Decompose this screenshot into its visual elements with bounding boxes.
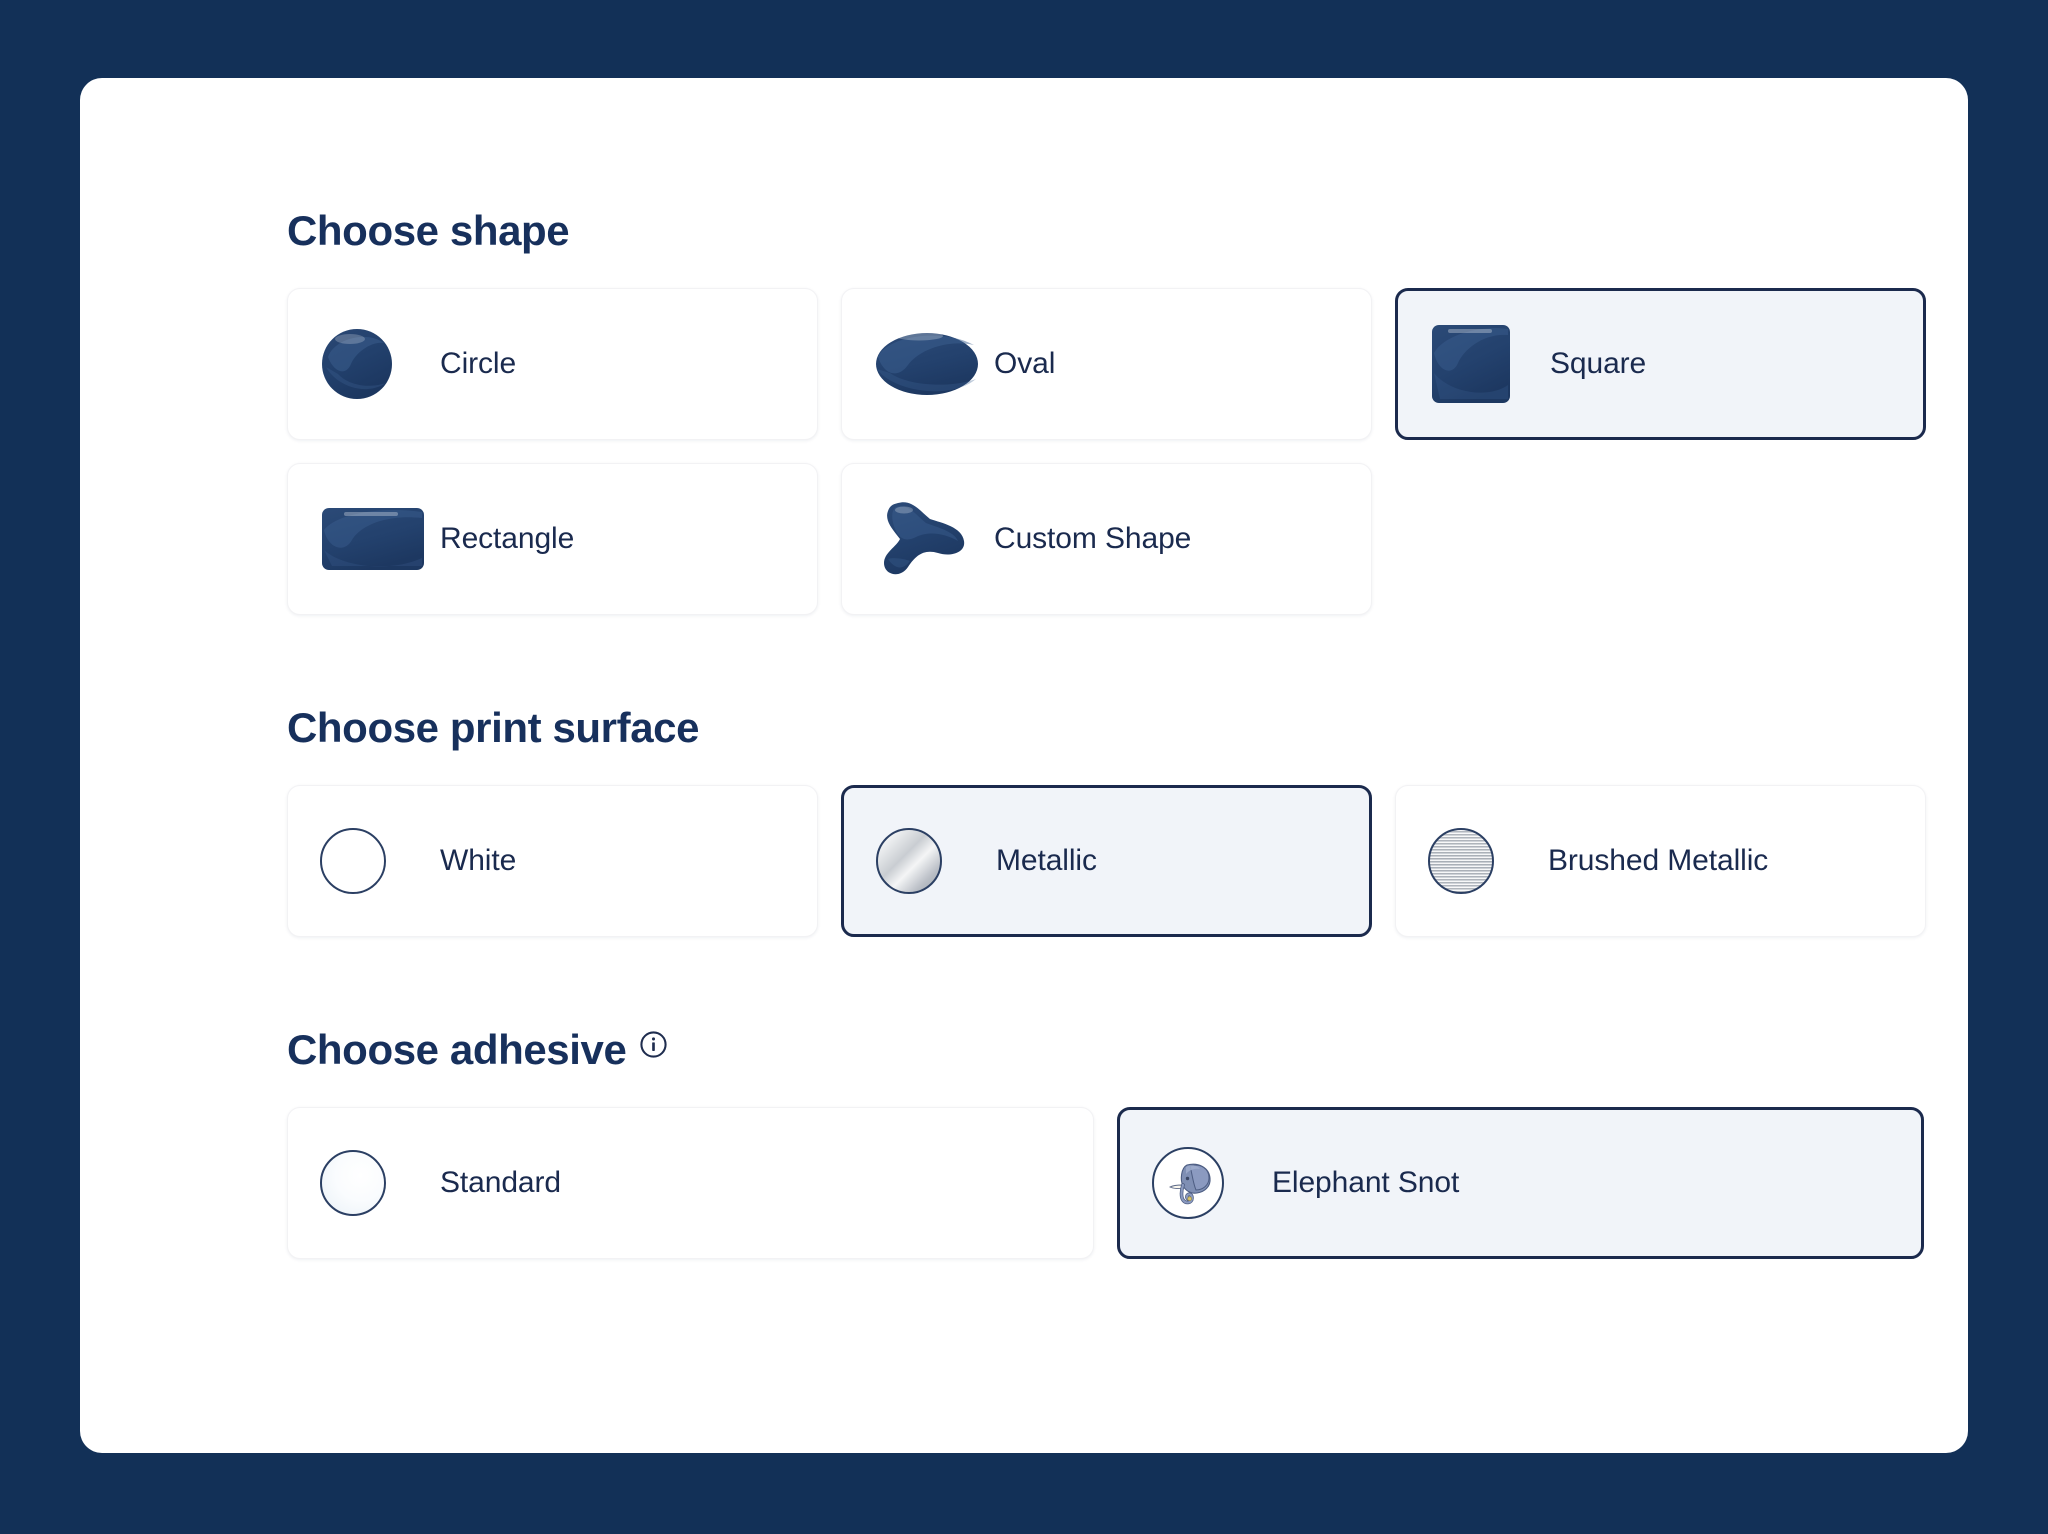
- adhesive-option-elephant-snot-label: Elephant Snot: [1272, 1166, 1460, 1199]
- shape-square-icon: [1430, 323, 1550, 405]
- info-circle-icon[interactable]: [639, 1030, 668, 1059]
- shape-rectangle-icon: [320, 502, 440, 576]
- shape-circle-icon: [320, 327, 440, 401]
- shape-option-oval-label: Oval: [994, 347, 1056, 380]
- section-choose-print-surface: Choose print surface White Metallic Brus: [287, 707, 1968, 937]
- adhesive-option-standard-label: Standard: [440, 1166, 561, 1199]
- shape-option-grid: Circle Oval Square Rectangle Custom Shap…: [287, 288, 1927, 615]
- section-title-surface: Choose print surface: [287, 707, 1968, 749]
- shape-option-custom-label: Custom Shape: [994, 522, 1192, 555]
- surface-option-metallic[interactable]: Metallic: [841, 785, 1372, 937]
- section-title-shape: Choose shape: [287, 210, 1968, 252]
- adhesive-option-elephant-snot[interactable]: Elephant Snot: [1117, 1107, 1924, 1259]
- shape-option-rectangle[interactable]: Rectangle: [287, 463, 818, 615]
- shape-blob-icon: [874, 497, 994, 581]
- adhesive-option-standard[interactable]: Standard: [287, 1107, 1094, 1259]
- surface-option-grid: White Metallic Brushed Metallic: [287, 785, 1927, 937]
- swatch-brushed-icon: [1428, 828, 1548, 894]
- shape-option-circle-label: Circle: [440, 347, 517, 380]
- section-title-adhesive: Choose adhesive: [287, 1029, 1968, 1071]
- surface-option-brushed-metallic[interactable]: Brushed Metallic: [1395, 785, 1926, 937]
- section-title-surface-text: Choose print surface: [287, 704, 700, 751]
- section-title-shape-text: Choose shape: [287, 207, 570, 254]
- shape-option-rectangle-label: Rectangle: [440, 522, 575, 555]
- shape-option-square-label: Square: [1550, 347, 1647, 380]
- adhesive-option-grid: Standard Elephant Snot: [287, 1107, 1927, 1259]
- configurator-card: Choose shape Circle Oval Square Rectangl…: [80, 78, 1968, 1453]
- surface-option-white[interactable]: White: [287, 785, 818, 937]
- surface-option-white-label: White: [440, 844, 517, 877]
- section-choose-adhesive: Choose adhesive Standard Elephant Snot: [287, 1029, 1968, 1259]
- swatch-metallic-icon: [876, 828, 996, 894]
- surface-option-metallic-label: Metallic: [996, 844, 1097, 877]
- swatch-white-icon: [320, 828, 440, 894]
- shape-oval-icon: [874, 327, 994, 401]
- shape-option-oval[interactable]: Oval: [841, 288, 1372, 440]
- elephant-head-icon: [1152, 1147, 1272, 1219]
- shape-option-custom[interactable]: Custom Shape: [841, 463, 1372, 615]
- surface-option-brushed-metallic-label: Brushed Metallic: [1548, 844, 1769, 877]
- shape-option-circle[interactable]: Circle: [287, 288, 818, 440]
- section-choose-shape: Choose shape Circle Oval Square Rectangl…: [287, 210, 1968, 615]
- section-title-adhesive-text: Choose adhesive: [287, 1026, 627, 1073]
- shape-option-square[interactable]: Square: [1395, 288, 1926, 440]
- swatch-standard-icon: [320, 1150, 440, 1216]
